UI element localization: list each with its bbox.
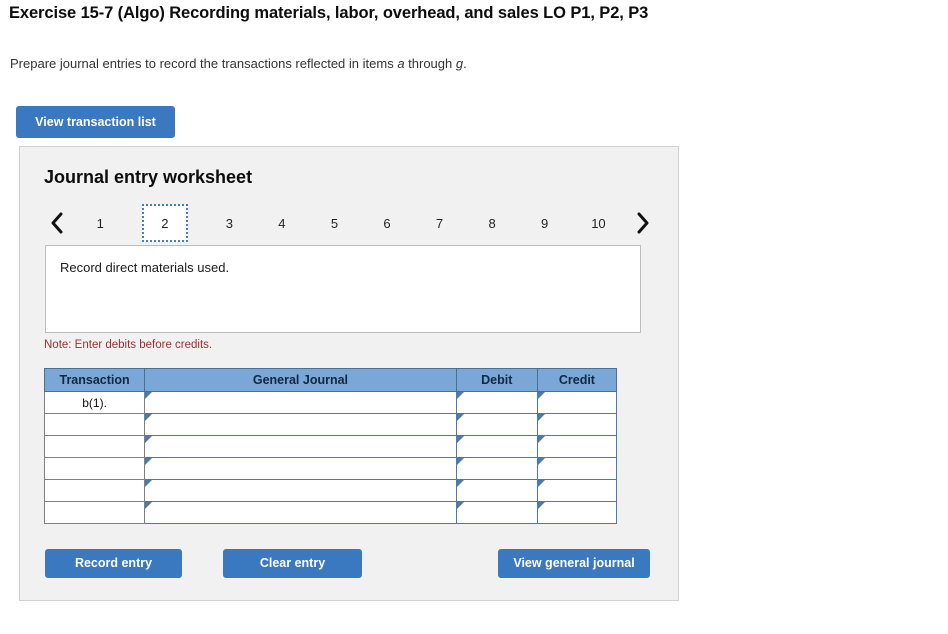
cell-general-journal[interactable]	[144, 391, 457, 414]
page-subtitle-italic-a: a	[397, 56, 405, 71]
page-subtitle-part-1: Prepare journal entries to record the tr…	[10, 56, 398, 71]
pager-page-9[interactable]: 9	[534, 206, 556, 240]
cell-dropdown-triangle-icon	[537, 392, 545, 399]
cell-general-journal[interactable]	[144, 457, 457, 480]
cell-dropdown-triangle-icon	[456, 480, 464, 487]
pager-number-list: 1 2 3 4 5 6 7 8 9 10	[74, 203, 626, 243]
table-row: b(1).	[43, 391, 618, 414]
cell-general-journal[interactable]	[144, 479, 457, 502]
table-body: b(1).	[43, 391, 618, 524]
page-subtitle-part-2: through	[404, 56, 456, 71]
transaction-prompt-text: Record direct materials used.	[60, 260, 230, 275]
cell-dropdown-triangle-icon	[537, 458, 545, 465]
cell-credit[interactable]	[536, 435, 618, 458]
pager-page-1[interactable]: 1	[89, 206, 111, 240]
cell-dropdown-triangle-icon	[145, 414, 153, 421]
pager-page-8[interactable]: 8	[481, 206, 503, 240]
cell-dropdown-triangle-icon	[145, 502, 153, 509]
cell-transaction: b(1).	[43, 391, 146, 414]
cell-transaction	[43, 479, 146, 502]
view-general-journal-button[interactable]: View general journal	[498, 549, 650, 578]
cell-general-journal[interactable]	[144, 413, 457, 436]
transaction-prompt-box: Record direct materials used.	[45, 245, 641, 333]
table-row	[43, 457, 618, 480]
page-subtitle: Prepare journal entries to record the tr…	[10, 56, 467, 71]
cell-general-journal[interactable]	[144, 435, 457, 458]
cell-transaction	[43, 435, 146, 458]
pager-page-10[interactable]: 10	[586, 206, 610, 240]
page-title: Exercise 15-7 (Algo) Recording materials…	[9, 4, 649, 22]
cell-dropdown-triangle-icon	[537, 414, 545, 421]
cell-credit[interactable]	[536, 479, 618, 502]
debits-before-credits-note: Note: Enter debits before credits.	[44, 339, 213, 351]
cell-debit[interactable]	[455, 501, 538, 524]
cell-debit[interactable]	[455, 391, 538, 414]
cell-dropdown-triangle-icon	[456, 414, 464, 421]
cell-credit[interactable]	[536, 391, 618, 414]
cell-transaction	[43, 413, 146, 436]
column-header-credit: Credit	[536, 368, 618, 392]
table-header-row: Transaction General Journal Debit Credit	[43, 368, 618, 392]
chevron-right-icon[interactable]	[626, 206, 660, 240]
cell-dropdown-triangle-icon	[145, 392, 153, 399]
cell-general-journal[interactable]	[144, 501, 457, 524]
column-header-debit: Debit	[455, 368, 538, 392]
worksheet-title: Journal entry worksheet	[44, 167, 253, 187]
cell-transaction	[43, 457, 146, 480]
table-row	[43, 501, 618, 524]
cell-dropdown-triangle-icon	[456, 392, 464, 399]
page-subtitle-part-3: .	[463, 56, 467, 71]
pager-page-7[interactable]: 7	[429, 206, 451, 240]
column-header-transaction: Transaction	[43, 368, 146, 392]
pager-page-4[interactable]: 4	[271, 206, 293, 240]
clear-entry-button[interactable]: Clear entry	[223, 549, 362, 578]
column-header-general-journal: General Journal	[144, 368, 457, 392]
cell-credit[interactable]	[536, 501, 618, 524]
cell-debit[interactable]	[455, 435, 538, 458]
cell-debit[interactable]	[455, 413, 538, 436]
pager-page-3[interactable]: 3	[218, 206, 240, 240]
cell-credit[interactable]	[536, 457, 618, 480]
pager-page-6[interactable]: 6	[376, 206, 398, 240]
cell-dropdown-triangle-icon	[537, 436, 545, 443]
cell-debit[interactable]	[455, 479, 538, 502]
journal-entry-worksheet-panel: Journal entry worksheet 1 2 3 4 5 6 7 8 9 10 Reco…	[19, 146, 679, 601]
chevron-left-icon[interactable]	[40, 206, 74, 240]
cell-dropdown-triangle-icon	[537, 480, 545, 487]
record-entry-button[interactable]: Record entry	[45, 549, 182, 578]
cell-credit[interactable]	[536, 413, 618, 436]
cell-dropdown-triangle-icon	[145, 480, 153, 487]
worksheet-pager: 1 2 3 4 5 6 7 8 9 10	[40, 203, 660, 243]
cell-debit[interactable]	[455, 457, 538, 480]
journal-entry-table: Transaction General Journal Debit Credit…	[43, 368, 618, 524]
cell-dropdown-triangle-icon	[456, 502, 464, 509]
table-row	[43, 413, 618, 436]
pager-page-2[interactable]: 2	[141, 204, 188, 242]
cell-dropdown-triangle-icon	[456, 458, 464, 465]
cell-dropdown-triangle-icon	[145, 436, 153, 443]
view-transaction-list-button[interactable]: View transaction list	[16, 106, 175, 138]
cell-transaction	[43, 501, 146, 524]
table-row	[43, 479, 618, 502]
cell-dropdown-triangle-icon	[537, 502, 545, 509]
cell-dropdown-triangle-icon	[145, 458, 153, 465]
cell-dropdown-triangle-icon	[456, 436, 464, 443]
table-row	[43, 435, 618, 458]
pager-page-5[interactable]: 5	[323, 206, 345, 240]
